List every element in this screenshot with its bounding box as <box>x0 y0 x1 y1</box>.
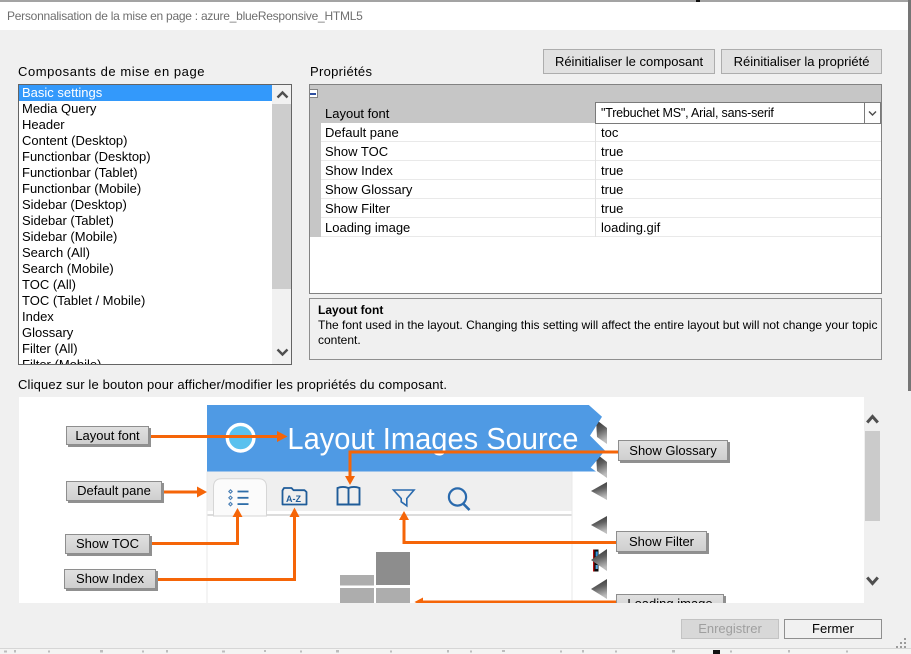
svg-text:A-Z: A-Z <box>286 494 301 504</box>
